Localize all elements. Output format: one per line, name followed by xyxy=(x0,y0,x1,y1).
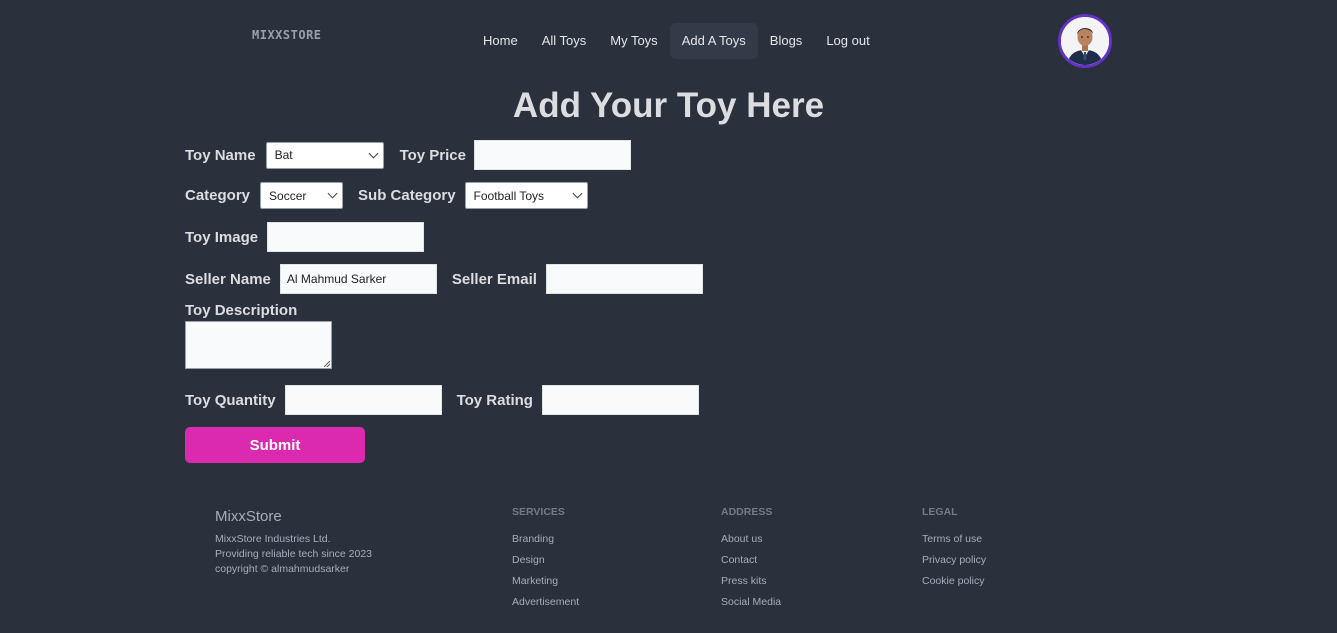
toy-name-label: Toy Name xyxy=(185,146,256,164)
user-avatar[interactable] xyxy=(1058,14,1112,68)
nav-link-add-a-toys[interactable]: Add A Toys xyxy=(669,23,758,59)
form-row-description-label: Toy Description xyxy=(185,302,297,319)
footer-address: ADDRESS About us Contact Press kits Soci… xyxy=(721,506,781,613)
form-row-category: Category Soccer Sub Category Football To… xyxy=(185,182,588,209)
form-row-seller: Seller Name Al Mahmud Sarker Seller Emai… xyxy=(185,264,703,294)
user-avatar-photo-icon xyxy=(1061,17,1109,65)
resize-grip-icon[interactable] xyxy=(324,361,330,367)
footer-services-title: SERVICES xyxy=(512,506,565,518)
seller-email-label: Seller Email xyxy=(451,270,537,288)
seller-name-label: Seller Name xyxy=(185,270,271,288)
chevron-down-icon xyxy=(368,148,379,158)
nav-link-home[interactable]: Home xyxy=(471,23,530,59)
toy-quantity-input[interactable] xyxy=(284,385,442,415)
footer-link-design[interactable]: Design xyxy=(512,550,579,571)
nav-link-log-out[interactable]: Log out xyxy=(814,23,881,59)
nav-link-blogs[interactable]: Blogs xyxy=(758,23,815,59)
footer-link-terms-of-use[interactable]: Terms of use xyxy=(922,529,986,550)
footer-brand: MixxStore MixxStore Industries Ltd. Prov… xyxy=(215,506,372,577)
footer-link-advertisement[interactable]: Advertisement xyxy=(512,592,579,613)
footer-link-privacy-policy[interactable]: Privacy policy xyxy=(922,550,986,571)
seller-email-input[interactable] xyxy=(545,264,703,294)
toy-description-label: Toy Description xyxy=(185,302,298,319)
footer-link-about-us[interactable]: About us xyxy=(721,529,781,550)
footer-address-title: ADDRESS xyxy=(721,506,773,518)
toy-rating-label: Toy Rating xyxy=(456,391,533,409)
chevron-down-icon xyxy=(327,188,338,199)
footer-brand-line-1: MixxStore Industries Ltd. xyxy=(215,533,331,545)
sub-category-label: Sub Category xyxy=(358,187,456,204)
footer-brand-line-2: Providing reliable tech since 2023 xyxy=(215,548,373,560)
footer-services: SERVICES Branding Design Marketing Adver… xyxy=(512,506,579,613)
nav-link-my-toys[interactable]: My Toys xyxy=(598,23,669,59)
toy-image-input[interactable] xyxy=(267,222,425,252)
page-title: Add Your Toy Here xyxy=(512,86,825,125)
category-selected: Soccer xyxy=(269,188,307,203)
footer-link-marketing[interactable]: Marketing xyxy=(512,571,579,592)
form-row-quantity-rating: Toy Quantity Toy Rating xyxy=(185,385,699,415)
category-select[interactable]: Soccer xyxy=(260,182,344,209)
seller-name-input[interactable]: Al Mahmud Sarker xyxy=(279,264,437,294)
toy-price-input[interactable] xyxy=(474,140,631,170)
footer-legal: LEGAL Terms of use Privacy policy Cookie… xyxy=(922,506,986,592)
toy-name-select[interactable]: Bat xyxy=(265,141,384,169)
footer-brand-name: MixxStore xyxy=(215,508,282,525)
footer-link-cookie-policy[interactable]: Cookie policy xyxy=(922,571,986,592)
submit-button[interactable]: Submit xyxy=(185,427,365,463)
toy-image-label: Toy Image xyxy=(185,228,259,246)
form-row-description xyxy=(185,321,332,369)
footer-link-contact[interactable]: Contact xyxy=(721,550,781,571)
toy-name-selected: Bat xyxy=(274,148,293,162)
navbar: MIXXSTORE Home All Toys My Toys Add A To… xyxy=(0,0,1337,84)
chevron-down-icon xyxy=(572,188,582,199)
footer-brand-line-3: copyright © almahmudsarker xyxy=(215,563,350,575)
form-row-image: Toy Image xyxy=(185,222,425,252)
footer-legal-title: LEGAL xyxy=(922,506,958,518)
footer-link-press-kits[interactable]: Press kits xyxy=(721,571,781,592)
nav-link-all-toys[interactable]: All Toys xyxy=(530,23,599,59)
site-logo[interactable]: MIXXSTORE xyxy=(252,28,322,42)
footer-link-branding[interactable]: Branding xyxy=(512,529,579,550)
toy-quantity-label: Toy Quantity xyxy=(185,391,276,409)
footer-link-social-media[interactable]: Social Media xyxy=(721,592,781,613)
toy-description-textarea[interactable] xyxy=(185,321,332,369)
toy-rating-input[interactable] xyxy=(541,385,699,415)
form-row-name-price: Toy Name Bat Toy Price xyxy=(185,140,631,170)
toy-price-label: Toy Price xyxy=(399,146,466,164)
category-label: Category xyxy=(185,187,251,204)
nav-links: Home All Toys My Toys Add A Toys Blogs L… xyxy=(471,23,882,59)
sub-category-selected: Football Toys xyxy=(473,188,545,203)
sub-category-select[interactable]: Football Toys xyxy=(464,182,588,209)
